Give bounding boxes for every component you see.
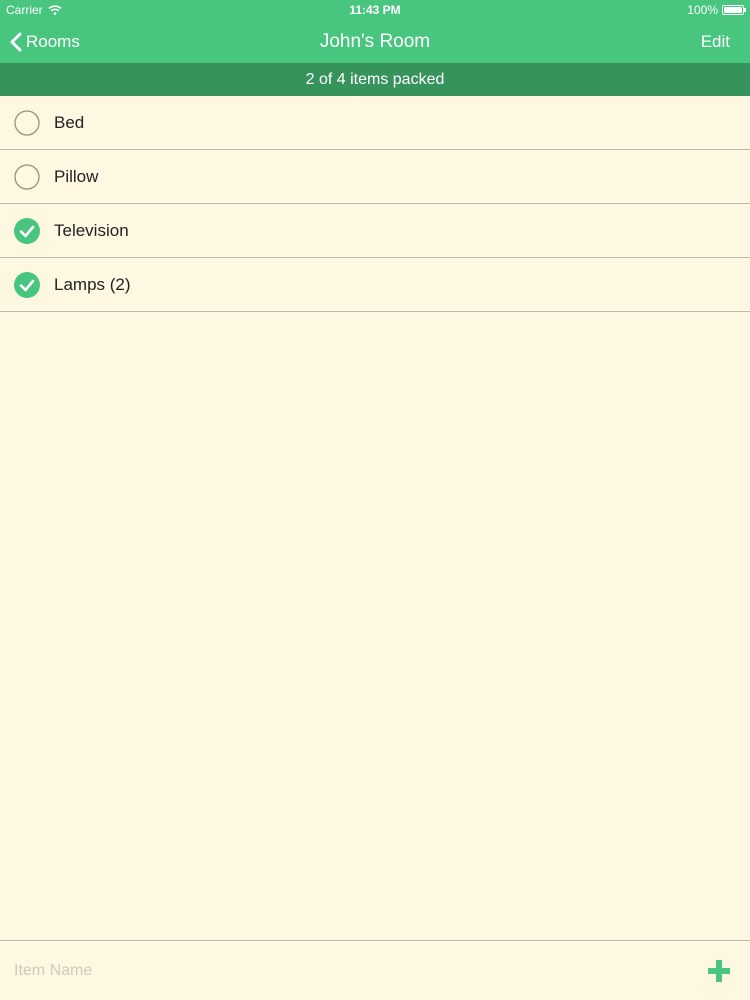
item-label: Television	[54, 220, 129, 240]
add-item-button[interactable]	[708, 960, 730, 982]
item-name-input[interactable]	[14, 959, 654, 983]
packed-summary: 2 of 4 items packed	[0, 63, 750, 96]
status-time: 11:43 PM	[349, 3, 401, 17]
edit-button[interactable]: Edit	[701, 20, 730, 63]
checked-circle-icon[interactable]	[14, 218, 40, 244]
item-label: Lamps (2)	[54, 274, 131, 294]
back-button[interactable]: Rooms	[10, 20, 80, 63]
item-label: Bed	[54, 112, 85, 132]
unchecked-circle-icon[interactable]	[14, 110, 40, 136]
list-item[interactable]: Pillow	[0, 150, 750, 204]
list-item[interactable]: Television	[0, 204, 750, 258]
list-item[interactable]: Lamps (2)	[0, 258, 750, 312]
status-right: 100%	[687, 3, 746, 17]
item-label: Pillow	[54, 166, 99, 186]
back-button-label: Rooms	[26, 31, 80, 51]
checked-circle-icon[interactable]	[14, 272, 40, 298]
battery-percent: 100%	[687, 3, 718, 17]
add-item-bar	[0, 940, 750, 1000]
item-list: Bed Pillow Television Lamps (2)	[0, 96, 750, 312]
navigation-bar: Rooms John's Room Edit	[0, 20, 750, 63]
chevron-left-icon	[10, 32, 22, 51]
status-bar: Carrier 11:43 PM 100%	[0, 0, 750, 20]
unchecked-circle-icon[interactable]	[14, 164, 40, 190]
battery-icon	[722, 5, 746, 15]
list-item[interactable]: Bed	[0, 96, 750, 150]
page-title: John's Room	[319, 31, 431, 52]
